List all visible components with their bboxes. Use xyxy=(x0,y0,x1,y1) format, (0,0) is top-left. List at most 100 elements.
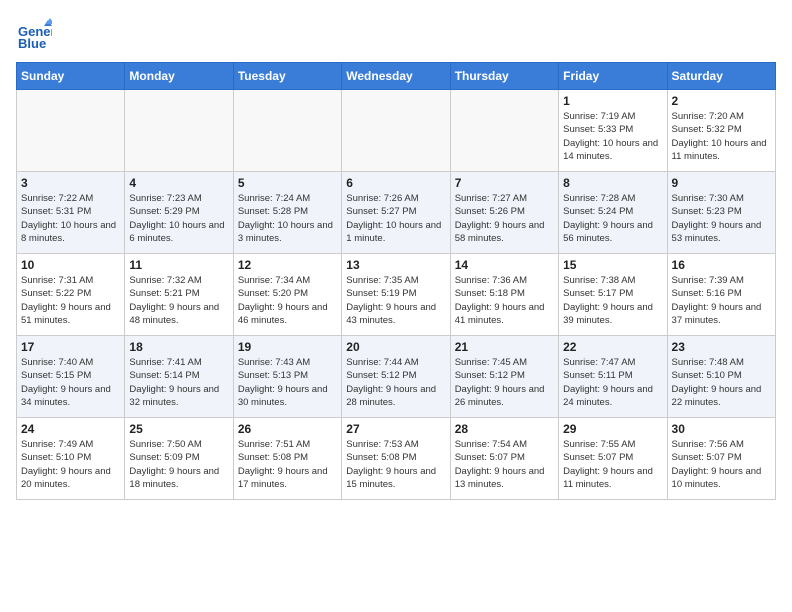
calendar-table: SundayMondayTuesdayWednesdayThursdayFrid… xyxy=(16,62,776,500)
day-info: Sunrise: 7:47 AM Sunset: 5:11 PM Dayligh… xyxy=(563,356,662,409)
day-number: 16 xyxy=(672,258,771,272)
calendar-week-row: 17 Sunrise: 7:40 AM Sunset: 5:15 PM Dayli… xyxy=(17,336,776,418)
calendar-cell: 23 Sunrise: 7:48 AM Sunset: 5:10 PM Dayli… xyxy=(667,336,775,418)
day-number: 17 xyxy=(21,340,120,354)
calendar-cell xyxy=(17,90,125,172)
calendar-cell: 13 Sunrise: 7:35 AM Sunset: 5:19 PM Dayli… xyxy=(342,254,450,336)
day-info: Sunrise: 7:36 AM Sunset: 5:18 PM Dayligh… xyxy=(455,274,554,327)
day-info: Sunrise: 7:32 AM Sunset: 5:21 PM Dayligh… xyxy=(129,274,228,327)
day-number: 30 xyxy=(672,422,771,436)
calendar-cell: 8 Sunrise: 7:28 AM Sunset: 5:24 PM Daylig… xyxy=(559,172,667,254)
day-info: Sunrise: 7:30 AM Sunset: 5:23 PM Dayligh… xyxy=(672,192,771,245)
day-number: 24 xyxy=(21,422,120,436)
weekday-header-wednesday: Wednesday xyxy=(342,63,450,90)
calendar-cell: 15 Sunrise: 7:38 AM Sunset: 5:17 PM Dayli… xyxy=(559,254,667,336)
day-info: Sunrise: 7:51 AM Sunset: 5:08 PM Dayligh… xyxy=(238,438,337,491)
calendar-cell: 22 Sunrise: 7:47 AM Sunset: 5:11 PM Dayli… xyxy=(559,336,667,418)
day-number: 9 xyxy=(672,176,771,190)
day-info: Sunrise: 7:24 AM Sunset: 5:28 PM Dayligh… xyxy=(238,192,337,245)
calendar-cell: 4 Sunrise: 7:23 AM Sunset: 5:29 PM Daylig… xyxy=(125,172,233,254)
day-info: Sunrise: 7:34 AM Sunset: 5:20 PM Dayligh… xyxy=(238,274,337,327)
day-number: 10 xyxy=(21,258,120,272)
day-info: Sunrise: 7:44 AM Sunset: 5:12 PM Dayligh… xyxy=(346,356,445,409)
calendar-cell: 3 Sunrise: 7:22 AM Sunset: 5:31 PM Daylig… xyxy=(17,172,125,254)
day-info: Sunrise: 7:39 AM Sunset: 5:16 PM Dayligh… xyxy=(672,274,771,327)
calendar-cell: 25Sunrise: 7:50 AM Sunset: 5:09 PM Dayli… xyxy=(125,418,233,500)
day-number: 13 xyxy=(346,258,445,272)
day-info: Sunrise: 7:27 AM Sunset: 5:26 PM Dayligh… xyxy=(455,192,554,245)
day-info: Sunrise: 7:26 AM Sunset: 5:27 PM Dayligh… xyxy=(346,192,445,245)
calendar-cell: 17 Sunrise: 7:40 AM Sunset: 5:15 PM Dayli… xyxy=(17,336,125,418)
day-info: Sunrise: 7:45 AM Sunset: 5:12 PM Dayligh… xyxy=(455,356,554,409)
calendar-week-row: 3 Sunrise: 7:22 AM Sunset: 5:31 PM Daylig… xyxy=(17,172,776,254)
day-number: 28 xyxy=(455,422,554,436)
day-info: Sunrise: 7:40 AM Sunset: 5:15 PM Dayligh… xyxy=(21,356,120,409)
calendar-cell: 18Sunrise: 7:41 AM Sunset: 5:14 PM Dayli… xyxy=(125,336,233,418)
day-number: 4 xyxy=(129,176,228,190)
calendar-cell: 27Sunrise: 7:53 AM Sunset: 5:08 PM Dayli… xyxy=(342,418,450,500)
day-number: 26 xyxy=(238,422,337,436)
calendar-cell: 19Sunrise: 7:43 AM Sunset: 5:13 PM Dayli… xyxy=(233,336,341,418)
calendar-cell: 9 Sunrise: 7:30 AM Sunset: 5:23 PM Daylig… xyxy=(667,172,775,254)
calendar-week-row: 24 Sunrise: 7:49 AM Sunset: 5:10 PM Dayli… xyxy=(17,418,776,500)
calendar-cell xyxy=(233,90,341,172)
day-number: 7 xyxy=(455,176,554,190)
day-number: 8 xyxy=(563,176,662,190)
calendar-week-row: 10Sunrise: 7:31 AM Sunset: 5:22 PM Dayli… xyxy=(17,254,776,336)
calendar-cell: 14 Sunrise: 7:36 AM Sunset: 5:18 PM Dayli… xyxy=(450,254,558,336)
calendar-body: 1Sunrise: 7:19 AM Sunset: 5:33 PM Daylig… xyxy=(17,90,776,500)
calendar-cell: 11 Sunrise: 7:32 AM Sunset: 5:21 PM Dayli… xyxy=(125,254,233,336)
day-number: 21 xyxy=(455,340,554,354)
day-info: Sunrise: 7:28 AM Sunset: 5:24 PM Dayligh… xyxy=(563,192,662,245)
calendar-cell: 20 Sunrise: 7:44 AM Sunset: 5:12 PM Dayli… xyxy=(342,336,450,418)
day-info: Sunrise: 7:20 AM Sunset: 5:32 PM Dayligh… xyxy=(672,110,771,163)
calendar-cell: 30 Sunrise: 7:56 AM Sunset: 5:07 PM Dayli… xyxy=(667,418,775,500)
calendar-cell: 21 Sunrise: 7:45 AM Sunset: 5:12 PM Dayli… xyxy=(450,336,558,418)
day-info: Sunrise: 7:19 AM Sunset: 5:33 PM Dayligh… xyxy=(563,110,662,163)
day-number: 22 xyxy=(563,340,662,354)
day-number: 12 xyxy=(238,258,337,272)
day-info: Sunrise: 7:23 AM Sunset: 5:29 PM Dayligh… xyxy=(129,192,228,245)
day-number: 19 xyxy=(238,340,337,354)
day-number: 3 xyxy=(21,176,120,190)
calendar-cell: 29Sunrise: 7:55 AM Sunset: 5:07 PM Dayli… xyxy=(559,418,667,500)
weekday-header-sunday: Sunday xyxy=(17,63,125,90)
calendar-cell xyxy=(125,90,233,172)
calendar-week-row: 1Sunrise: 7:19 AM Sunset: 5:33 PM Daylig… xyxy=(17,90,776,172)
day-number: 11 xyxy=(129,258,228,272)
day-info: Sunrise: 7:38 AM Sunset: 5:17 PM Dayligh… xyxy=(563,274,662,327)
calendar-cell: 5 Sunrise: 7:24 AM Sunset: 5:28 PM Daylig… xyxy=(233,172,341,254)
calendar-cell xyxy=(342,90,450,172)
day-number: 14 xyxy=(455,258,554,272)
calendar-cell xyxy=(450,90,558,172)
weekday-header-tuesday: Tuesday xyxy=(233,63,341,90)
calendar-cell: 2 Sunrise: 7:20 AM Sunset: 5:32 PM Daylig… xyxy=(667,90,775,172)
day-info: Sunrise: 7:56 AM Sunset: 5:07 PM Dayligh… xyxy=(672,438,771,491)
calendar-header-row: SundayMondayTuesdayWednesdayThursdayFrid… xyxy=(17,63,776,90)
calendar-cell: 12 Sunrise: 7:34 AM Sunset: 5:20 PM Dayli… xyxy=(233,254,341,336)
weekday-header-friday: Friday xyxy=(559,63,667,90)
day-info: Sunrise: 7:22 AM Sunset: 5:31 PM Dayligh… xyxy=(21,192,120,245)
calendar-cell: 28Sunrise: 7:54 AM Sunset: 5:07 PM Dayli… xyxy=(450,418,558,500)
day-number: 2 xyxy=(672,94,771,108)
day-number: 18 xyxy=(129,340,228,354)
day-number: 6 xyxy=(346,176,445,190)
calendar-cell: 6 Sunrise: 7:26 AM Sunset: 5:27 PM Daylig… xyxy=(342,172,450,254)
logo: General Blue xyxy=(16,16,56,52)
day-info: Sunrise: 7:48 AM Sunset: 5:10 PM Dayligh… xyxy=(672,356,771,409)
svg-text:Blue: Blue xyxy=(18,36,46,51)
day-number: 5 xyxy=(238,176,337,190)
day-info: Sunrise: 7:49 AM Sunset: 5:10 PM Dayligh… xyxy=(21,438,120,491)
calendar-cell: 10Sunrise: 7:31 AM Sunset: 5:22 PM Dayli… xyxy=(17,254,125,336)
weekday-header-monday: Monday xyxy=(125,63,233,90)
calendar-cell: 7 Sunrise: 7:27 AM Sunset: 5:26 PM Daylig… xyxy=(450,172,558,254)
day-info: Sunrise: 7:55 AM Sunset: 5:07 PM Dayligh… xyxy=(563,438,662,491)
day-info: Sunrise: 7:50 AM Sunset: 5:09 PM Dayligh… xyxy=(129,438,228,491)
day-info: Sunrise: 7:35 AM Sunset: 5:19 PM Dayligh… xyxy=(346,274,445,327)
weekday-header-thursday: Thursday xyxy=(450,63,558,90)
day-number: 23 xyxy=(672,340,771,354)
day-number: 15 xyxy=(563,258,662,272)
calendar-cell: 16 Sunrise: 7:39 AM Sunset: 5:16 PM Dayli… xyxy=(667,254,775,336)
day-number: 20 xyxy=(346,340,445,354)
calendar-cell: 24 Sunrise: 7:49 AM Sunset: 5:10 PM Dayli… xyxy=(17,418,125,500)
